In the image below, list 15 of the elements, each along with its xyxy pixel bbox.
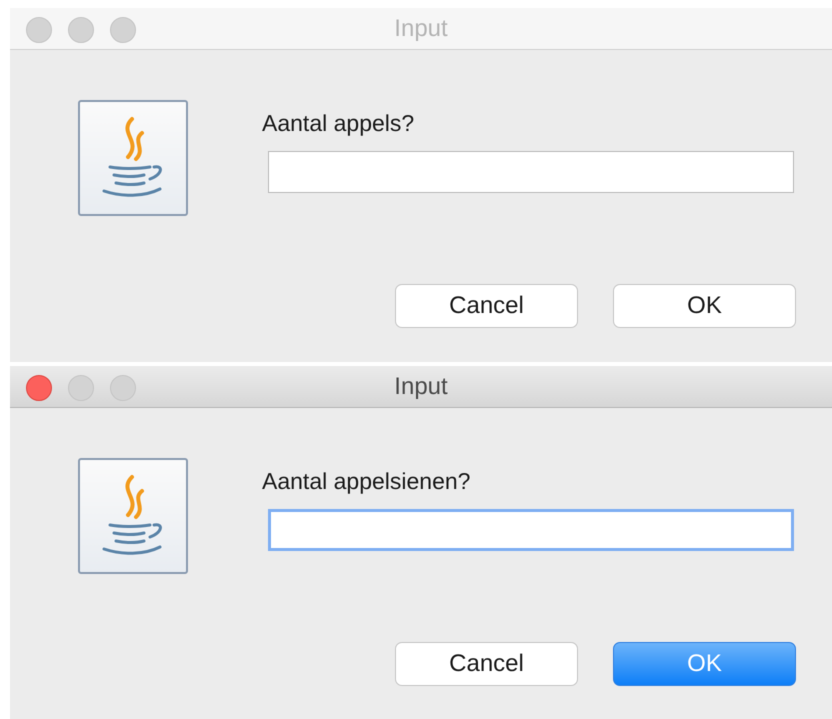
input-field[interactable] [268,150,794,192]
zoom-button[interactable] [110,17,136,43]
input-field[interactable] [268,508,794,550]
prompt-label: Aantal appels? [262,109,416,138]
ok-button[interactable]: OK [613,284,796,328]
cancel-button[interactable]: Cancel [395,642,578,686]
zoom-button[interactable] [110,375,136,401]
close-button[interactable] [26,17,52,43]
prompt-label: Aantal appelsienen? [262,467,472,496]
window-title: Input [394,14,448,44]
window-title: Input [394,372,448,402]
close-button[interactable] [26,375,52,401]
minimize-button[interactable] [68,375,94,401]
minimize-button[interactable] [68,17,94,43]
cancel-button[interactable]: Cancel [395,284,578,328]
